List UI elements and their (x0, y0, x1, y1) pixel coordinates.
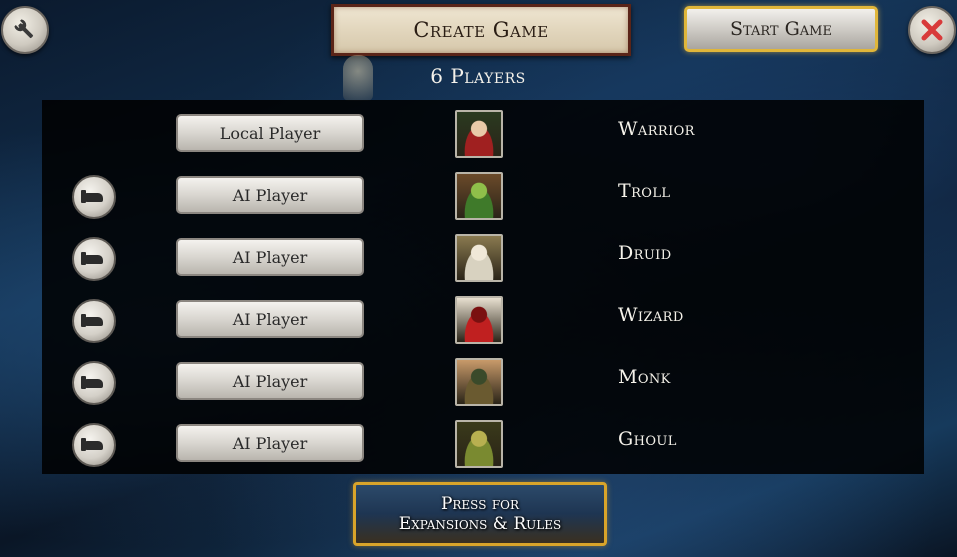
remove-player-icon (81, 251, 103, 265)
player-type-button[interactable]: AI Player (176, 362, 364, 400)
player-row: AI Player Troll (42, 166, 924, 228)
remove-player-icon (81, 189, 103, 203)
expansions-rules-button[interactable]: Press for Expansions & Rules (353, 482, 607, 546)
character-portrait[interactable] (455, 172, 503, 220)
character-name: Ghoul (618, 428, 677, 450)
player-row: AI Player Ghoul (42, 414, 924, 476)
player-type-button[interactable]: Local Player (176, 114, 364, 152)
expansions-line-2: Expansions & Rules (398, 514, 562, 534)
character-portrait[interactable] (455, 234, 503, 282)
character-name: Troll (618, 180, 671, 202)
player-count: 6 Players (430, 64, 526, 88)
start-game-button[interactable]: Start Game (684, 6, 878, 52)
remove-player-button[interactable] (72, 237, 116, 281)
player-row: AI Player Monk (42, 352, 924, 414)
player-type-button[interactable]: AI Player (176, 238, 364, 276)
close-button[interactable] (908, 6, 956, 54)
character-portrait[interactable] (455, 296, 503, 344)
player-row: AI Player Druid (42, 228, 924, 290)
remove-player-icon (81, 313, 103, 327)
remove-player-icon (81, 375, 103, 389)
player-type-button[interactable]: AI Player (176, 176, 364, 214)
player-row: AI Player Wizard (42, 290, 924, 352)
remove-player-icon (81, 437, 103, 451)
page-title: Create Game (331, 4, 631, 56)
character-name: Druid (618, 242, 672, 264)
character-name: Warrior (618, 118, 695, 140)
remove-player-button[interactable] (72, 423, 116, 467)
player-row: Local Player Warrior (42, 104, 924, 166)
player-list: Local Player Warrior AI Player Troll AI Play… (42, 100, 924, 474)
ghost-figure (343, 55, 373, 101)
character-portrait[interactable] (455, 420, 503, 468)
wrench-icon (14, 19, 34, 39)
player-type-button[interactable]: AI Player (176, 424, 364, 462)
close-icon (921, 19, 943, 41)
remove-player-button[interactable] (72, 361, 116, 405)
settings-button[interactable] (1, 6, 49, 54)
character-portrait[interactable] (455, 110, 503, 158)
remove-player-button[interactable] (72, 175, 116, 219)
expansions-line-1: Press for (440, 494, 520, 514)
remove-player-button[interactable] (72, 299, 116, 343)
player-type-button[interactable]: AI Player (176, 300, 364, 338)
character-name: Monk (618, 366, 671, 388)
character-name: Wizard (618, 304, 684, 326)
character-portrait[interactable] (455, 358, 503, 406)
